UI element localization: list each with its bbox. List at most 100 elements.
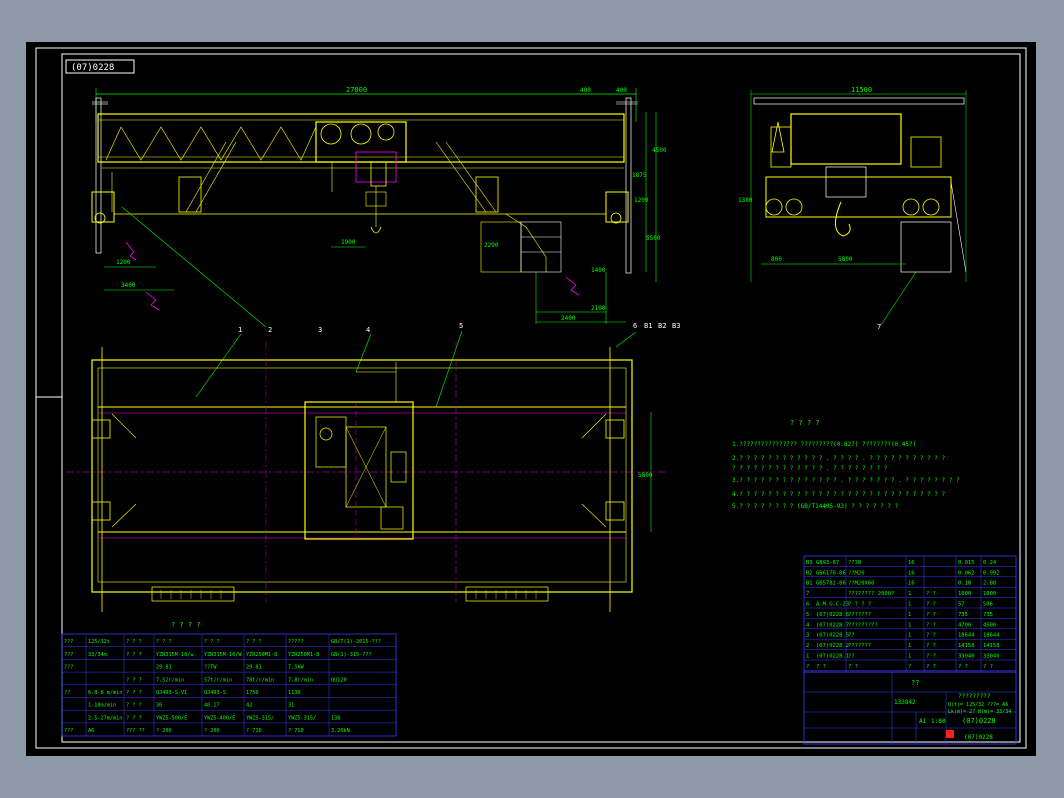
parts-cell: ? [908, 664, 911, 670]
parts-cell: ? ? [926, 633, 936, 639]
spec-cell: A6 [88, 728, 94, 734]
parts-cell: 0.18 [958, 581, 971, 587]
spec-cell: YZR250M1-8 [288, 652, 319, 658]
spec-cell: 40.17 [204, 703, 220, 709]
spec-cell: ? ? ? [126, 715, 142, 721]
spec-cell: YWZ5-500/E [156, 715, 187, 721]
spec-cell: 78t/r/min [246, 677, 274, 683]
parts-cell: 1 [806, 654, 809, 660]
parts-cell: (07)0228.7 [816, 622, 849, 628]
side-view-callout: 7 [877, 323, 881, 331]
spec-cell: QJ493-S [204, 690, 226, 696]
parts-cell: 18644 [983, 633, 1000, 639]
cad-drawing-canvas[interactable]: (07)0228 27000 400 400 4500 1875 1200 22… [26, 42, 1036, 756]
parts-cell: 1 [908, 622, 911, 628]
parts-cell: 1 [908, 633, 911, 639]
parts-cell: 1 [908, 643, 911, 649]
parts-cell: (07)0228.5 [816, 633, 849, 639]
note-line-3: ? ? ? ? ? ? ? ? ? ? ? ? ? . ? ? ? ? ? ? … [732, 465, 888, 472]
spec-cell: ? ? ? [126, 703, 142, 709]
notes-title: ? ? ? ? [790, 419, 820, 427]
spec-cell: ??? [64, 728, 73, 734]
parts-cell: 0.24 [983, 560, 997, 566]
svg-text:1875: 1875 [632, 172, 647, 179]
parts-cell: GB5782-86 [816, 581, 846, 587]
parts-cell: 7 [806, 591, 809, 597]
note-line-5: 4.? ? ? ? ? ? ? ? ? ? ? ? ? ? ? ? ? ? ? … [732, 491, 946, 498]
spec-cell: YZR315M-10/W [204, 652, 242, 658]
spec-cell: 1750 [246, 690, 259, 696]
spec-cell: ??? [64, 652, 73, 658]
cad-viewport[interactable]: (07)0228 27000 400 400 4500 1875 1200 22… [26, 42, 1036, 756]
title-field-1: 133842 [894, 699, 916, 706]
spec-cell: ? ? ? [204, 639, 220, 645]
parts-cell: B3 [806, 560, 813, 566]
spec-cell: 125/32t [88, 639, 110, 645]
spec-cell: ? ? ? [126, 677, 142, 683]
svg-text:5800: 5800 [638, 472, 653, 479]
spec-cell: 7.52r/min [156, 677, 184, 683]
spec-cell: 7.8r/min [288, 677, 313, 683]
spec-cell: ? ? ? [246, 639, 262, 645]
parts-list: B3 GB93-87 ??30 16 0.015 0.24B2 GB6170-86 ??M20… [803, 555, 1017, 673]
parts-cell: ? ? [983, 664, 993, 670]
note-line-2: 2.? ? ? ? ? ? ? ? ? ? ? ? . ? ? ? ? . ? … [732, 455, 946, 462]
svg-text:5800: 5800 [838, 256, 853, 263]
parts-cell: ? ? [926, 654, 936, 660]
parts-cell: 16 [908, 570, 915, 576]
parts-cell: ? ? [958, 664, 968, 670]
parts-cell: 5 [806, 612, 809, 618]
svg-text:B3: B3 [672, 322, 680, 330]
spec-cell: ??? ?? [126, 728, 145, 734]
svg-text:1380: 1380 [738, 197, 753, 204]
parts-cell: ? ? ? ? [848, 602, 871, 608]
spec-cell: 29.81 [156, 665, 172, 671]
parts-cell: ??M20 [848, 570, 865, 576]
side-view: 11500 5800 800 1380 7 [738, 86, 967, 331]
spec-cell: ? ? ? [126, 690, 142, 696]
spec-line-2: Q(t)= 125/32 ???= A6 [948, 702, 1008, 708]
parts-cell: 2.88 [983, 581, 996, 587]
drawing-number: (07)0228 [962, 717, 996, 725]
spec-cell: GB(1)-315-??? [331, 652, 372, 658]
svg-text:1400: 1400 [591, 267, 606, 274]
spec-cell: 30 [156, 703, 162, 709]
parts-cell: 1 [908, 612, 911, 618]
sheet-size: A1 [919, 718, 927, 725]
parts-cell: ??????? [848, 643, 871, 649]
svg-text:2: 2 [268, 326, 272, 334]
svg-text:3: 3 [318, 326, 322, 334]
svg-text:800: 800 [771, 256, 782, 263]
svg-text:3400: 3400 [121, 282, 136, 289]
parts-cell: GB6170-86 [816, 570, 846, 576]
svg-text:B2: B2 [658, 322, 666, 330]
parts-cell: ? ? [926, 664, 936, 670]
spec-cell: ????? [288, 639, 304, 645]
parts-cell: 18644 [958, 633, 975, 639]
spec-cell: YWZ5-315/ [288, 715, 316, 721]
svg-text:2100: 2100 [591, 305, 606, 312]
spec-cell: ? ? ? [156, 639, 172, 645]
parts-cell: 4700 [958, 622, 971, 628]
scale: 1:80 [931, 718, 946, 725]
svg-text:11500: 11500 [851, 86, 872, 94]
plan-view: 1 2 3 4 5 6 B1 B2 B3 5800 [66, 322, 680, 612]
drawing-number-2: (07)0228 [964, 734, 993, 741]
parts-cell: ???????? 2000? [848, 591, 894, 597]
spec-cell: 3.26kN [331, 728, 350, 734]
parts-cell: ? ? [926, 622, 936, 628]
svg-text:4500: 4500 [652, 147, 667, 154]
svg-text:1900: 1900 [341, 239, 356, 246]
spec-cell: 6.8-8 m/min [88, 690, 122, 696]
svg-text:5: 5 [459, 322, 463, 330]
parts-cell: ?? [848, 654, 855, 660]
parts-cell: A.M.G-C-23 [816, 602, 849, 608]
spec-cell: 33/34m [88, 652, 107, 658]
parts-cell: 735 [983, 612, 993, 618]
spec-cell: QJ493-S-VI [156, 690, 187, 696]
svg-text:1: 1 [238, 326, 242, 334]
svg-text:B1: B1 [644, 322, 652, 330]
spec-cell: ??? [64, 665, 73, 671]
parts-cell: ? ? [816, 664, 826, 670]
parts-cell: 16 [908, 581, 915, 587]
